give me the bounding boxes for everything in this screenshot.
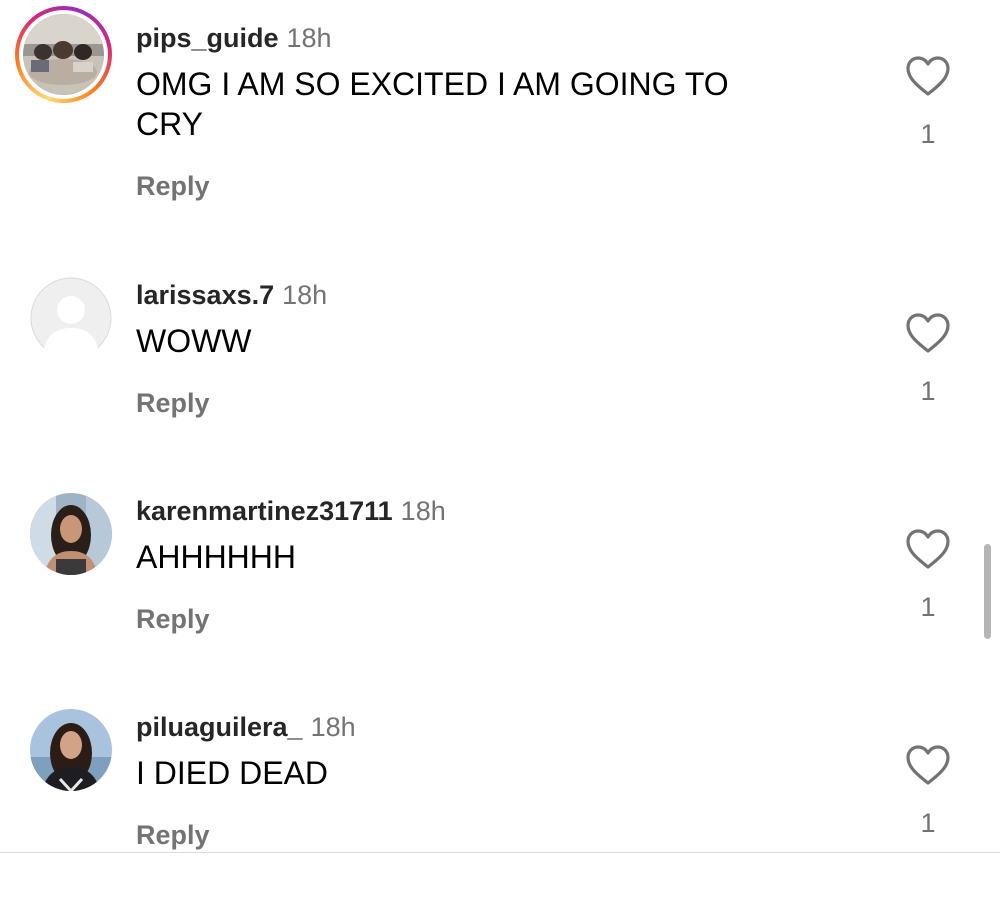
reply-button[interactable]: Reply (136, 387, 210, 419)
username[interactable]: piluaguilera_ (136, 712, 303, 742)
username[interactable]: karenmartinez31711 (136, 496, 393, 526)
profile-photo (30, 709, 112, 791)
username[interactable]: larissaxs.7 (136, 280, 274, 310)
avatar[interactable] (15, 6, 112, 103)
reply-button[interactable]: Reply (136, 819, 210, 851)
comment-header: larissaxs.7 18h (136, 279, 327, 311)
comment-text: WOWW (136, 323, 252, 359)
avatar[interactable] (30, 277, 112, 359)
comment-item: karenmartinez31711 18h AHHHHHH Reply 1 (0, 473, 1000, 689)
comment-text: AHHHHHH (136, 539, 296, 575)
timestamp: 18h (282, 280, 328, 310)
comment-item: larissaxs.7 18h WOWW Reply 1 (0, 257, 1000, 473)
timestamp: 18h (400, 496, 446, 526)
avatar[interactable] (30, 493, 112, 575)
comment-item: piluaguilera_ 18h I DIED DEAD Reply 1 (0, 689, 1000, 905)
comment-header: pips_guide 18h (136, 22, 332, 54)
like-count: 1 (920, 376, 936, 406)
like-count: 1 (920, 808, 936, 838)
like-count: 1 (920, 119, 936, 149)
heart-icon[interactable] (905, 528, 951, 570)
reply-button[interactable]: Reply (136, 603, 210, 635)
scrollbar[interactable] (984, 544, 991, 639)
timestamp: 18h (310, 712, 356, 742)
profile-photo (23, 14, 104, 95)
comment-item: pips_guide 18h OMG I AM SO EXCITED I AM G… (0, 0, 1000, 216)
heart-icon[interactable] (905, 744, 951, 786)
default-profile-icon (30, 277, 112, 359)
profile-photo (30, 493, 112, 575)
comment-text: I DIED DEAD (136, 755, 329, 791)
heart-icon[interactable] (905, 55, 951, 97)
username[interactable]: pips_guide (136, 23, 279, 53)
comment-header: karenmartinez31711 18h (136, 495, 446, 527)
like-count: 1 (920, 592, 936, 622)
heart-icon[interactable] (905, 312, 951, 354)
reply-button[interactable]: Reply (136, 170, 210, 202)
comment-text: OMG I AM SO EXCITED I AM GOING TO CRY (136, 66, 729, 142)
divider (0, 852, 1000, 853)
timestamp: 18h (286, 23, 332, 53)
avatar[interactable] (30, 709, 112, 791)
comment-header: piluaguilera_ 18h (136, 711, 356, 743)
